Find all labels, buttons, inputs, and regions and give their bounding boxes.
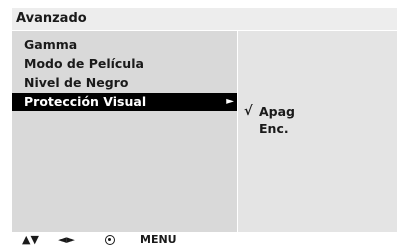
menu-item-modo-de-pelicula[interactable]: Modo de Película xyxy=(12,55,237,73)
option-apag[interactable]: Apag xyxy=(259,104,295,120)
option-enc[interactable]: Enc. xyxy=(259,121,289,137)
footer-hints: ▲▼ ◄► MENU xyxy=(0,232,409,249)
menu-title: Avanzado xyxy=(16,11,87,26)
option-label: Apag xyxy=(259,104,296,119)
menu-item-gamma[interactable]: Gamma xyxy=(12,36,237,54)
menu-item-proteccion-visual[interactable]: Protección Visual ► xyxy=(12,93,237,111)
check-mark-icon: √ xyxy=(244,104,253,119)
ok-circle-icon xyxy=(105,235,115,245)
left-right-arrows-icon: ◄► xyxy=(58,233,75,246)
submenu-arrow-icon: ► xyxy=(226,96,234,107)
menu-item-label: Nivel de Negro xyxy=(24,75,129,90)
menu-item-label: Protección Visual xyxy=(24,94,147,109)
menu-list: Gamma Modo de Película Nivel de Negro Pr… xyxy=(12,31,237,232)
title-bar: Avanzado xyxy=(12,8,397,30)
menu-hint-label: MENU xyxy=(140,233,177,246)
up-down-arrows-icon: ▲▼ xyxy=(22,233,39,246)
menu-item-label: Gamma xyxy=(24,37,78,52)
menu-item-nivel-de-negro[interactable]: Nivel de Negro xyxy=(12,74,237,92)
menu-item-label: Modo de Película xyxy=(24,56,144,71)
option-label: Enc. xyxy=(259,121,289,136)
